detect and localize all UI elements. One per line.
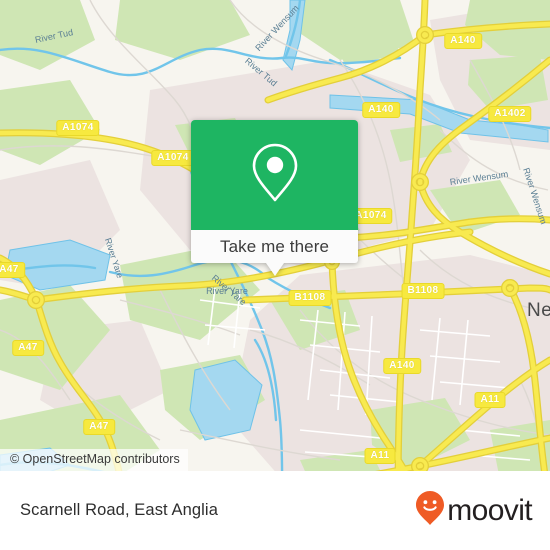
bottom-bar: Scarnell Road, East Anglia moovit xyxy=(0,471,550,550)
road-shield: A140 xyxy=(362,102,400,118)
road-shield: A47 xyxy=(0,262,25,278)
callout-tail xyxy=(265,263,284,276)
map-attribution[interactable]: © OpenStreetMap contributors xyxy=(0,449,188,471)
road-shield: A140 xyxy=(444,33,482,49)
place-card-screen: A140 A140 A1402 A1074 A1074 A1074 A47 A47 A47 B11… xyxy=(0,0,550,550)
place-callout-card[interactable]: Take me there xyxy=(191,120,358,276)
road-shield: A47 xyxy=(12,340,44,356)
road-shield: A140 xyxy=(383,358,421,374)
road-shield: A1402 xyxy=(488,106,532,122)
moovit-wordmark: moovit xyxy=(447,493,532,527)
callout-icon-panel xyxy=(191,120,358,230)
road-shield: A11 xyxy=(364,448,396,464)
map-viewport[interactable]: A140 A140 A1402 A1074 A1074 A1074 A47 A47 A47 B11… xyxy=(0,0,550,550)
road-shield: A11 xyxy=(474,392,506,408)
road-shield: B1108 xyxy=(288,290,332,306)
road-shield: A47 xyxy=(83,419,115,435)
place-title: Scarnell Road, East Anglia xyxy=(20,501,218,519)
map-pin-smile-icon xyxy=(415,490,445,531)
moovit-logo[interactable]: moovit xyxy=(415,490,533,531)
callout-action-panel[interactable]: Take me there xyxy=(191,230,358,263)
road-shield: B1108 xyxy=(401,283,445,299)
take-me-there-label: Take me there xyxy=(219,236,330,256)
place-label: Ne xyxy=(527,300,550,321)
road-shield: A1074 xyxy=(56,120,100,136)
location-pin-icon xyxy=(249,141,301,210)
road-shield: A1074 xyxy=(151,150,195,166)
